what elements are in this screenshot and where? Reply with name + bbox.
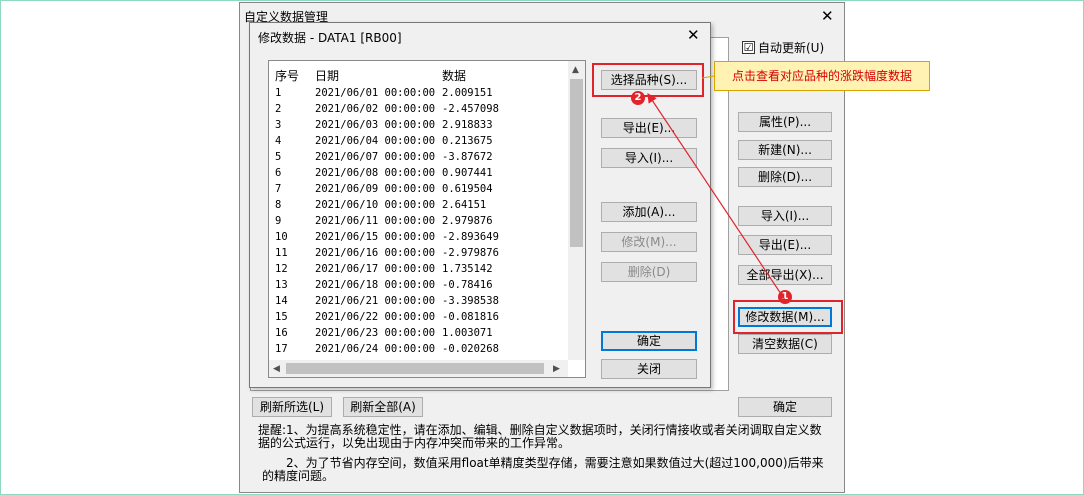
annotation-arrows — [647, 75, 786, 301]
arrow-line — [647, 93, 786, 301]
callout-pointer — [701, 75, 715, 79]
